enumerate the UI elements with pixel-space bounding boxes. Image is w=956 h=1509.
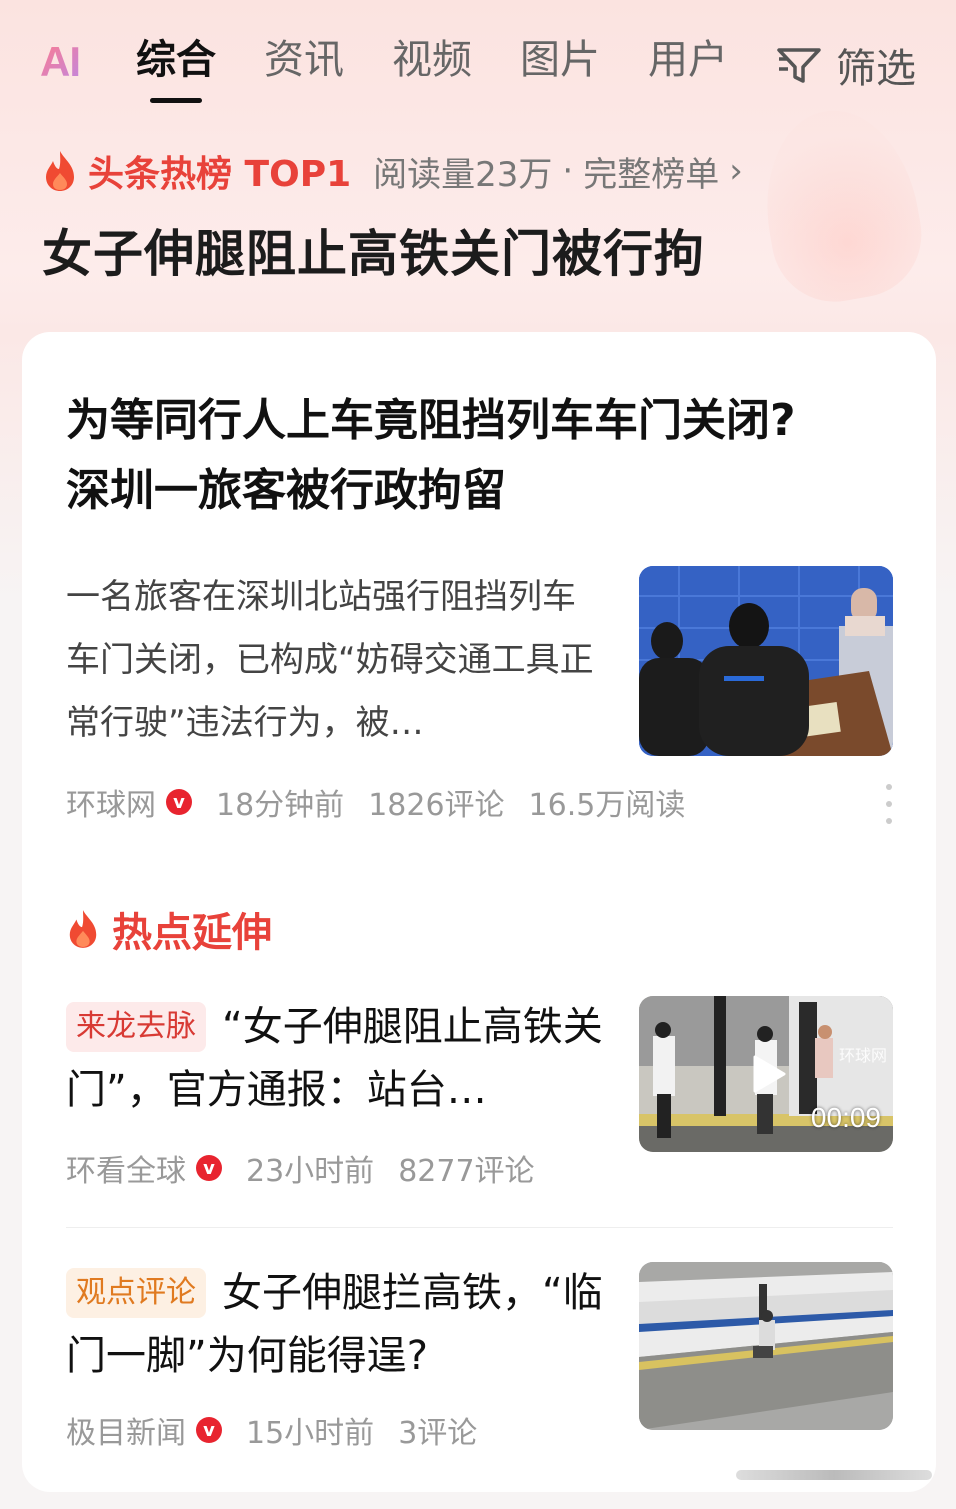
hot-list-reads: 阅读量23万 bbox=[373, 154, 553, 195]
context-tag: 来龙去脉 bbox=[66, 1002, 206, 1052]
flame-icon bbox=[46, 151, 74, 191]
video-duration: 00:09 bbox=[810, 1102, 881, 1133]
tab-users[interactable]: 用户 bbox=[648, 27, 728, 97]
chevron-right-icon: › bbox=[729, 151, 743, 191]
tab-video[interactable]: 视频 bbox=[392, 27, 472, 97]
home-indicator[interactable] bbox=[736, 1470, 932, 1480]
tab-images[interactable]: 图片 bbox=[520, 27, 600, 97]
main-article-meta: 环球网 v 18分钟前 1826评论 16.5万阅读 bbox=[66, 780, 709, 824]
comment-count: 8277评论 bbox=[398, 1154, 535, 1189]
video-thumbnail[interactable]: 环球网 00:09 bbox=[639, 996, 893, 1152]
source-name[interactable]: 极目新闻 bbox=[66, 1408, 186, 1452]
related-item-meta: 极目新闻 v 15小时前 3评论 bbox=[66, 1408, 501, 1452]
publish-time: 23小时前 bbox=[246, 1154, 375, 1189]
search-tab-bar: AI 综合 资讯 视频 图片 用户 筛选 bbox=[0, 22, 956, 102]
source-name[interactable]: 环看全球 bbox=[66, 1146, 186, 1190]
article-thumbnail[interactable] bbox=[639, 1262, 893, 1430]
hot-headline[interactable]: 女子伸腿阻止高铁关门被行拘 bbox=[42, 214, 705, 286]
source-name[interactable]: 环球网 bbox=[66, 780, 156, 824]
section-title: 热点延伸 bbox=[112, 910, 272, 956]
play-icon[interactable] bbox=[751, 1054, 787, 1094]
flame-icon bbox=[69, 910, 97, 948]
opinion-tag: 观点评论 bbox=[66, 1268, 206, 1318]
item-divider bbox=[66, 1227, 893, 1228]
publish-time: 15小时前 bbox=[246, 1416, 375, 1451]
ai-tab[interactable]: AI bbox=[40, 38, 110, 86]
read-count: 16.5万阅读 bbox=[528, 788, 686, 823]
filter-button[interactable]: 筛选 bbox=[776, 32, 916, 98]
more-options-icon[interactable] bbox=[884, 784, 894, 824]
train-platform-image bbox=[639, 1262, 893, 1430]
comment-count: 3评论 bbox=[398, 1416, 478, 1451]
main-article-title-line1: 为等同行人上车竟阻挡列车车门关闭? bbox=[66, 395, 796, 446]
publish-time: 18分钟前 bbox=[216, 788, 345, 823]
tab-news[interactable]: 资讯 bbox=[264, 27, 344, 97]
background-flame-decoration bbox=[750, 98, 932, 312]
related-item-title: 观点评论 女子伸腿拦高铁，“临门一脚”为何能得逞? bbox=[66, 1262, 606, 1388]
related-item-1[interactable]: 来龙去脉 “女子伸腿阻止高铁关门”，官方通报：站台… 环球网 00:09 环看全… bbox=[66, 996, 893, 1196]
results-card: 为等同行人上车竟阻挡列车车门关闭? 深圳一旅客被行政拘留 一名旅客在深圳北站强行… bbox=[22, 332, 936, 1492]
related-item-2[interactable]: 观点评论 女子伸腿拦高铁，“临门一脚”为何能得逞? 极目新闻 v 15小时前 3评… bbox=[66, 1262, 893, 1462]
filter-icon bbox=[777, 48, 821, 83]
hot-list-row[interactable]: 头条热榜 TOP1 阅读量23万 · 完整榜单 › bbox=[42, 146, 743, 196]
verified-badge-icon: v bbox=[196, 1155, 222, 1181]
main-article-thumbnail[interactable] bbox=[639, 566, 893, 756]
full-list-link[interactable]: 完整榜单 bbox=[583, 147, 719, 196]
main-article-summary[interactable]: 一名旅客在深圳北站强行阻挡列车车门关闭，已构成“妨碍交通工具正常行驶”违法行为，… bbox=[66, 566, 606, 755]
hot-list-badge: 头条热榜 TOP1 bbox=[88, 154, 352, 195]
hot-extension-header: 热点延伸 bbox=[66, 900, 272, 958]
filter-label: 筛选 bbox=[836, 46, 916, 92]
meta-separator: · bbox=[562, 151, 574, 191]
comment-count: 1826评论 bbox=[368, 788, 505, 823]
verified-badge-icon: v bbox=[166, 789, 192, 815]
main-article-title-line2: 深圳一旅客被行政拘留 bbox=[66, 465, 506, 516]
related-item-meta: 环看全球 v 23小时前 8277评论 bbox=[66, 1146, 559, 1190]
main-article-title[interactable]: 为等同行人上车竟阻挡列车车门关闭? 深圳一旅客被行政拘留 bbox=[66, 386, 886, 526]
verified-badge-icon: v bbox=[196, 1417, 222, 1443]
video-watermark: 环球网 bbox=[838, 1046, 887, 1065]
tab-comprehensive[interactable]: 综合 bbox=[136, 27, 216, 97]
related-item-title: 来龙去脉 “女子伸腿阻止高铁关门”，官方通报：站台… bbox=[66, 996, 606, 1122]
interrogation-room-image bbox=[639, 566, 893, 756]
